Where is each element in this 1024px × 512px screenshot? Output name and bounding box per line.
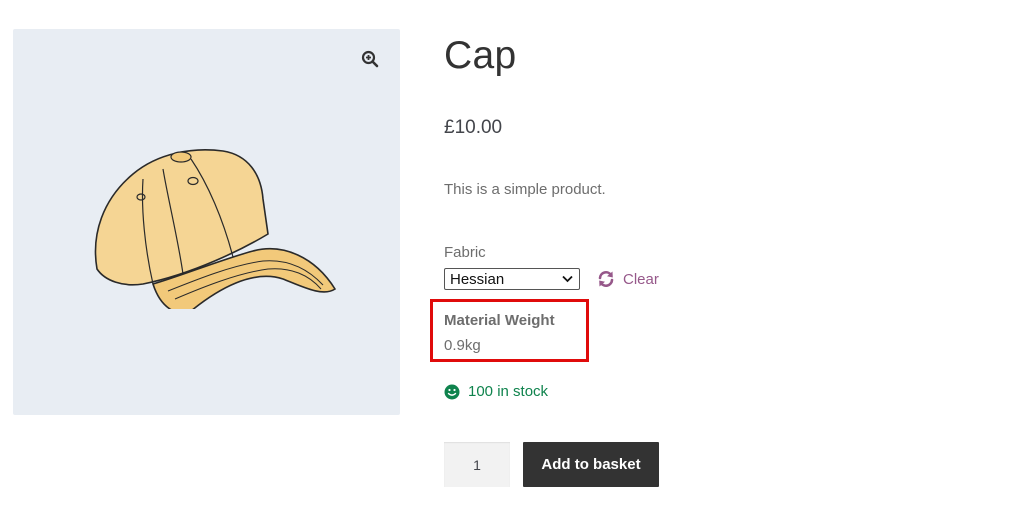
stock-text: 100 in stock bbox=[468, 383, 549, 400]
material-weight-label: Material Weight bbox=[444, 312, 555, 329]
stock-status: 100 in stock bbox=[444, 382, 548, 402]
product-title: Cap bbox=[444, 34, 517, 77]
zoom-button[interactable] bbox=[358, 47, 382, 71]
material-weight-value: 0.9kg bbox=[444, 337, 481, 354]
product-image[interactable] bbox=[83, 139, 343, 309]
quantity-input[interactable]: 1 bbox=[444, 442, 510, 487]
chevron-down-icon bbox=[562, 275, 573, 283]
refresh-icon bbox=[597, 270, 615, 288]
fabric-select-value: Hessian bbox=[450, 270, 505, 288]
smiley-icon bbox=[444, 384, 460, 400]
product-gallery bbox=[13, 29, 400, 415]
product-page: Cap £10.00 This is a simple product. Fab… bbox=[0, 0, 1024, 512]
clear-label: Clear bbox=[623, 270, 659, 288]
fabric-select[interactable]: Hessian bbox=[444, 268, 580, 290]
clear-link[interactable]: Clear bbox=[597, 268, 659, 290]
quantity-value: 1 bbox=[473, 456, 481, 473]
product-description: This is a simple product. bbox=[444, 181, 606, 198]
add-to-basket-button[interactable]: Add to basket bbox=[523, 442, 659, 487]
product-price: £10.00 bbox=[444, 117, 503, 138]
fabric-label: Fabric bbox=[444, 244, 486, 261]
zoom-in-icon bbox=[361, 50, 379, 68]
